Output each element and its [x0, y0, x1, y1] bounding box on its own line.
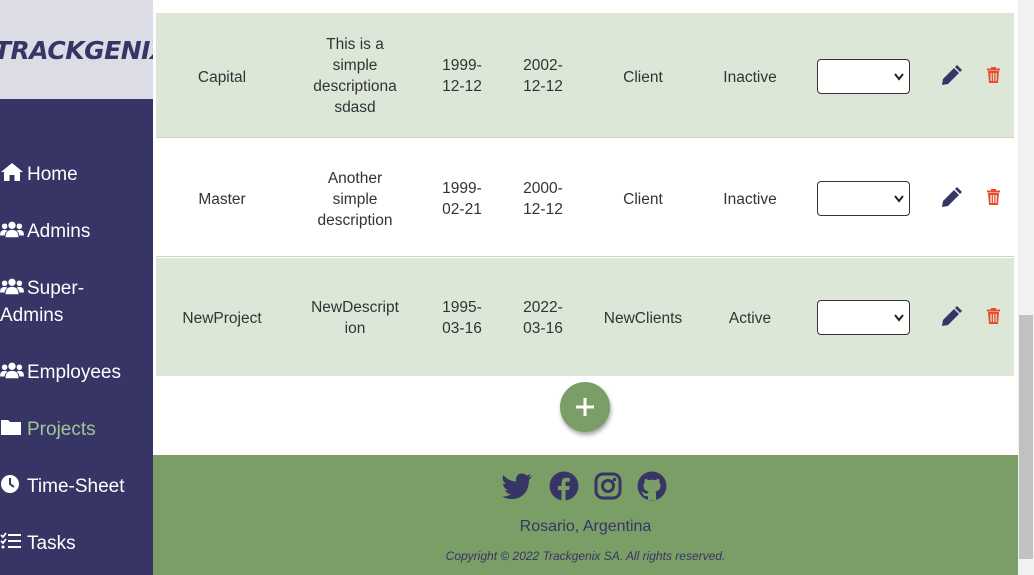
sidebar-item-label: Super- — [27, 278, 85, 299]
instagram-icon[interactable] — [593, 470, 623, 502]
table-row: NewProject NewDescript ion 1995- 03-16 2… — [156, 258, 1014, 376]
chevron-down-icon — [894, 314, 904, 322]
sidebar-item-employees[interactable]: Employees — [0, 359, 121, 386]
tasks-icon — [0, 530, 24, 552]
edit-icon[interactable] — [940, 65, 962, 87]
trash-icon[interactable] — [987, 189, 1000, 205]
sidebar-item-label: Employees — [27, 362, 121, 383]
project-name: Capital — [197, 69, 247, 86]
start-date: 1995- 03-16 — [442, 299, 482, 337]
sidebar-item-tasks[interactable]: Tasks — [0, 530, 76, 557]
table-row: Capital This is a simple descriptiona sd… — [156, 13, 1014, 138]
sidebar-item-label: Tasks — [27, 533, 76, 554]
sidebar-item-home[interactable]: Home — [0, 161, 78, 188]
add-project-button[interactable] — [560, 382, 610, 432]
row-select[interactable] — [817, 59, 910, 94]
sidebar-item-projects[interactable]: Projects — [0, 416, 96, 443]
chevron-down-icon — [894, 195, 904, 203]
status: Inactive — [723, 69, 777, 86]
clock-icon — [0, 473, 24, 495]
footer: Rosario, Argentina Copyright © 2022 Trac… — [153, 455, 1018, 575]
home-icon — [0, 161, 24, 183]
footer-copyright: Copyright © 2022 Trackgenix SA. All righ… — [445, 549, 726, 563]
chevron-down-icon — [894, 73, 904, 81]
status: Active — [728, 310, 772, 327]
sidebar-item-time-sheet[interactable]: Time-Sheet — [0, 473, 125, 500]
project-name: Master — [198, 191, 246, 208]
logo-area: TRACKGENIX — [0, 0, 153, 99]
start-date: 1999- 12-12 — [442, 57, 482, 95]
sidebar-item-super-admins-line2[interactable]: Admins — [0, 302, 63, 329]
table-row: Master Another simple description 1999- … — [156, 139, 1014, 257]
users-icon — [0, 218, 24, 240]
footer-location: Rosario, Argentina — [519, 518, 652, 535]
row-select[interactable] — [817, 300, 910, 335]
row-select[interactable] — [817, 181, 910, 216]
github-icon[interactable] — [636, 470, 668, 502]
sidebar-item-admins[interactable]: Admins — [0, 218, 90, 245]
project-description: NewDescript ion — [311, 299, 399, 337]
sidebar-item-label: Admins — [27, 221, 91, 242]
start-date: 1999- 02-21 — [442, 180, 482, 218]
facebook-icon[interactable] — [548, 470, 580, 502]
content-top — [153, 0, 1018, 13]
users-icon — [0, 275, 24, 297]
end-date: 2002- 12-12 — [523, 57, 563, 95]
client-name: NewClients — [603, 310, 683, 327]
project-name: NewProject — [182, 310, 262, 327]
sidebar-item-label: Home — [27, 164, 78, 185]
sidebar-item-label: Projects — [27, 419, 96, 440]
client-name: Client — [623, 191, 663, 208]
edit-icon[interactable] — [940, 187, 962, 209]
project-description: This is a simple descriptiona sdasd — [313, 36, 397, 116]
project-description: Another simple description — [317, 170, 393, 229]
sidebar: TRACKGENIX Home Admins Super- Admins Emp… — [0, 0, 153, 575]
trash-icon[interactable] — [987, 308, 1000, 324]
end-date: 2022- 03-16 — [523, 299, 563, 337]
trash-icon[interactable] — [987, 67, 1000, 83]
sidebar-item-super-admins[interactable]: Super- — [0, 275, 84, 302]
scrollbar-thumb[interactable] — [1019, 315, 1033, 559]
logo: TRACKGENIX — [0, 36, 153, 65]
folder-icon — [0, 416, 24, 438]
users-icon — [0, 359, 24, 381]
status: Inactive — [723, 191, 777, 208]
end-date: 2000- 12-12 — [523, 180, 563, 218]
sidebar-item-label: Time-Sheet — [27, 476, 125, 497]
plus-icon — [576, 398, 594, 416]
twitter-icon[interactable] — [501, 470, 533, 502]
sidebar-item-label: Admins — [0, 305, 64, 326]
edit-icon[interactable] — [940, 306, 962, 328]
client-name: Client — [623, 69, 663, 86]
